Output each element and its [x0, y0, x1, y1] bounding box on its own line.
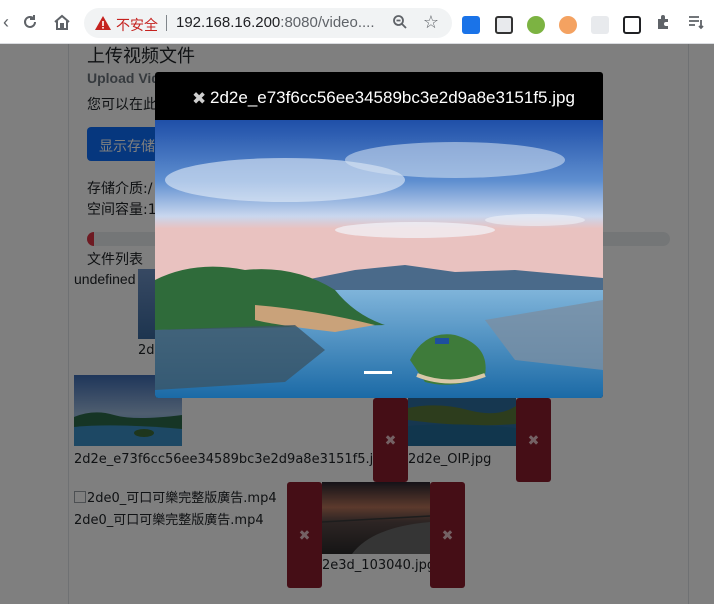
url-text[interactable]: 192.168.16.200:8080/video....: [176, 14, 375, 31]
zoom-icon[interactable]: [388, 10, 412, 34]
url-host: 192.168.16.200: [176, 14, 281, 31]
modal-title: 2d2e_e73f6cc56ee34589bc3e2d9a8e3151f5.jp…: [210, 88, 575, 107]
omnibox-separator: [166, 15, 167, 31]
image-preview-modal: ✖ 2d2e_e73f6cc56ee34589bc3e2d9a8e3151f5.…: [155, 72, 603, 398]
security-label[interactable]: 不安全: [116, 15, 158, 35]
browser-toolbar: ‹ 不安全 192.168.16.200:8080/video.... ☆: [0, 0, 714, 44]
star-icon[interactable]: ☆: [419, 10, 443, 34]
extension-chart-icon[interactable]: [462, 16, 480, 34]
preview-image: [155, 120, 603, 398]
reading-list-icon[interactable]: [684, 10, 708, 34]
extension-green-icon[interactable]: [527, 16, 545, 34]
extensions-icon[interactable]: [651, 10, 675, 34]
extension-mask-icon[interactable]: [495, 16, 513, 34]
home-icon[interactable]: [50, 10, 74, 34]
back-icon[interactable]: ‹: [0, 10, 18, 34]
extension-wallet-icon[interactable]: [623, 16, 641, 34]
extension-monkey-icon[interactable]: [559, 16, 577, 34]
carousel-indicator[interactable]: [364, 371, 392, 374]
extension-grid-icon[interactable]: [591, 16, 609, 34]
warning-icon: [95, 16, 111, 30]
close-icon[interactable]: ✖: [192, 89, 206, 109]
url-path: :8080/video....: [280, 14, 375, 31]
reload-icon[interactable]: [18, 10, 42, 34]
